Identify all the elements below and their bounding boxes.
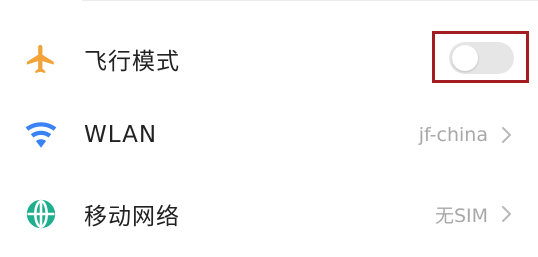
settings-screen: 飞行模式 WLAN jf-china 移动网络 无SIM xyxy=(0,0,538,257)
mobile-network-label: 移动网络 xyxy=(84,204,180,230)
globe-icon xyxy=(22,195,60,233)
sim-status: 无SIM xyxy=(434,204,488,227)
chevron-right-icon xyxy=(502,127,511,143)
toggle-knob xyxy=(452,45,478,71)
settings-row-wlan[interactable]: WLAN jf-china xyxy=(0,96,538,174)
wlan-label: WLAN xyxy=(84,122,158,148)
wlan-network-name: jf-china xyxy=(418,124,488,146)
chevron-right-icon xyxy=(502,206,511,222)
airplane-mode-label: 飞行模式 xyxy=(84,49,180,75)
settings-row-mobile-network[interactable]: 移动网络 无SIM xyxy=(0,175,538,253)
airplane-mode-toggle[interactable] xyxy=(449,42,514,74)
airplane-icon xyxy=(22,40,60,78)
divider xyxy=(82,0,538,1)
wifi-icon xyxy=(22,116,60,154)
